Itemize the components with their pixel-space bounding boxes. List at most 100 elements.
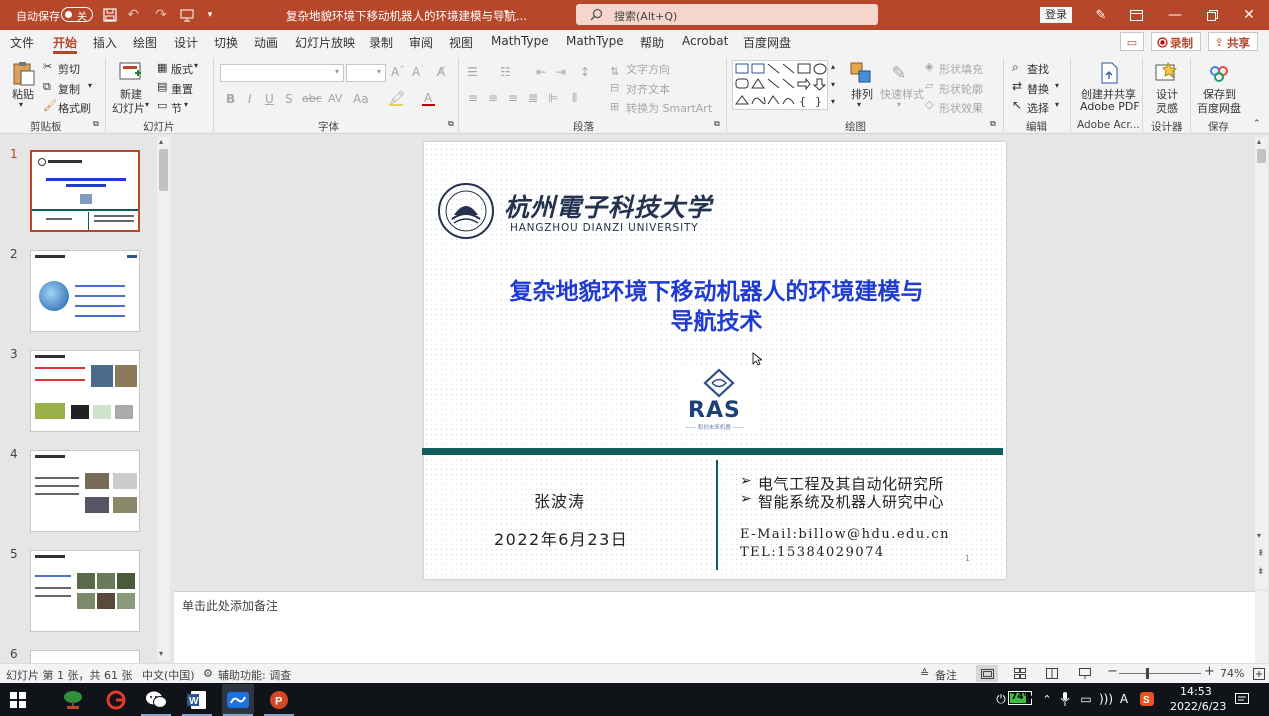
tab-mathtype-1[interactable]: MathType	[491, 34, 549, 48]
new-slide-label-2[interactable]: 幻灯片	[112, 100, 145, 116]
numbering-icon[interactable]: ☷	[500, 65, 511, 79]
align-text-button[interactable]: 对齐文本	[626, 81, 670, 97]
arrange-icon[interactable]	[848, 60, 874, 86]
tab-transitions[interactable]: 切换	[214, 34, 238, 51]
shape-fill-button[interactable]: 形状填充	[939, 61, 983, 77]
tab-draw[interactable]: 绘图	[133, 34, 157, 51]
record-button[interactable]: 录制	[1151, 32, 1201, 51]
replace-button[interactable]: 替换	[1027, 81, 1049, 97]
arrange-label[interactable]: 排列	[851, 86, 873, 102]
redo-icon[interactable]: ↷	[152, 6, 170, 24]
increase-indent-icon[interactable]: ⇥	[556, 65, 566, 79]
align-right-icon[interactable]: ≡	[508, 91, 518, 105]
line-spacing-icon[interactable]: ↕	[580, 65, 590, 79]
power-plug-icon[interactable]: ⏻	[995, 691, 1007, 707]
title-dropdown-icon[interactable]: ▾	[504, 8, 509, 18]
paragraph-launcher-icon[interactable]: ⧉	[714, 119, 720, 129]
shape-outline-button[interactable]: 形状轮廓	[939, 81, 983, 97]
fit-to-window-icon[interactable]	[1251, 666, 1267, 681]
accessibility-status[interactable]: 辅助功能: 调查	[218, 667, 291, 683]
select-button[interactable]: 选择	[1027, 100, 1049, 116]
normal-view-button[interactable]	[976, 665, 998, 682]
sogou-ime-icon[interactable]: S	[1139, 691, 1155, 707]
tab-acrobat[interactable]: Acrobat	[682, 34, 728, 48]
drawing-launcher-icon[interactable]: ⧉	[990, 119, 996, 129]
replace-dropdown-icon[interactable]: ▾	[1055, 81, 1059, 90]
slide-thumbnail-3[interactable]	[30, 350, 140, 432]
input-method-icon[interactable]: A	[1117, 691, 1131, 707]
search-box[interactable]: 搜索(Alt+Q)	[576, 4, 878, 25]
shape-effects-button[interactable]: 形状效果	[939, 100, 983, 116]
tab-baidu-netdisk[interactable]: 百度网盘	[743, 34, 791, 51]
shapes-gallery[interactable]: {}	[732, 60, 828, 110]
tray-expand-icon[interactable]: ⌃	[1040, 691, 1054, 707]
paste-icon[interactable]	[10, 60, 36, 88]
font-name-combo[interactable]	[220, 64, 344, 82]
quick-styles-icon[interactable]: ✎	[886, 60, 912, 86]
tencent-meeting-icon[interactable]	[225, 688, 251, 712]
tab-record[interactable]: 录制	[369, 34, 393, 51]
scroll-up-icon[interactable]: ▴	[159, 137, 163, 146]
minimize-icon[interactable]: —	[1166, 6, 1184, 24]
microphone-icon[interactable]	[1058, 691, 1072, 707]
layout-button[interactable]: 版式	[171, 61, 193, 77]
restore-icon[interactable]	[1203, 6, 1221, 24]
language-status[interactable]: 中文(中国)	[142, 667, 195, 683]
gallery-up-icon[interactable]: ▴	[831, 62, 835, 71]
zoom-slider-thumb[interactable]	[1146, 668, 1149, 679]
layout-dropdown-icon[interactable]: ▾	[194, 61, 198, 70]
font-launcher-icon[interactable]: ⧉	[448, 119, 454, 129]
underline-button[interactable]: U	[265, 92, 274, 106]
tab-home[interactable]: 开始	[53, 34, 77, 51]
tab-slideshow[interactable]: 幻灯片放映	[295, 34, 355, 51]
font-color-icon[interactable]: A	[424, 91, 432, 105]
bonsai-app-icon[interactable]	[60, 688, 86, 712]
designer-icon[interactable]	[1153, 60, 1179, 86]
tab-help[interactable]: 帮助	[640, 34, 664, 51]
save-baidu-label-2[interactable]: 百度网盘	[1197, 100, 1241, 116]
slideshow-icon[interactable]	[1077, 666, 1093, 681]
arrange-dropdown-icon[interactable]: ▾	[857, 100, 861, 109]
word-icon[interactable]: W	[184, 688, 210, 712]
save-icon[interactable]	[101, 6, 119, 24]
decrease-indent-icon[interactable]: ⇤	[536, 65, 546, 79]
increase-font-icon[interactable]: A^	[391, 65, 405, 79]
align-left-icon[interactable]: ≡	[468, 91, 478, 105]
close-icon[interactable]: ✕	[1240, 6, 1258, 24]
comments-button[interactable]: ▭	[1120, 32, 1144, 51]
char-spacing-icon[interactable]: AV	[328, 92, 342, 105]
quick-styles-label[interactable]: 快速样式	[880, 86, 924, 102]
tab-mathtype-2[interactable]: MathType	[566, 34, 624, 48]
scroll-down-icon[interactable]: ▾	[1257, 531, 1261, 540]
create-pdf-icon[interactable]	[1097, 60, 1121, 86]
collapse-ribbon-icon[interactable]: ⌃	[1253, 119, 1261, 129]
next-slide-icon[interactable]: ⇟	[1257, 567, 1265, 577]
scroll-down-icon[interactable]: ▾	[159, 649, 163, 658]
justify-icon[interactable]: ≣	[528, 91, 538, 105]
tab-design[interactable]: 设计	[174, 34, 198, 51]
find-button[interactable]: 查找	[1027, 61, 1049, 77]
tab-view[interactable]: 视图	[449, 34, 473, 51]
slide-thumbnail-1[interactable]	[30, 150, 140, 232]
slide-thumbnail-4[interactable]	[30, 450, 140, 532]
slide-canvas[interactable]: 杭州電子科技大学 HANGZHOU DIANZI UNIVERSITY 复杂地貌…	[422, 142, 1006, 579]
clipboard-launcher-icon[interactable]: ⧉	[93, 119, 99, 129]
tab-review[interactable]: 审阅	[409, 34, 433, 51]
login-button[interactable]: 登录	[1040, 7, 1072, 23]
zoom-slider[interactable]	[1119, 673, 1201, 674]
windows-start-icon[interactable]	[8, 690, 28, 710]
pen-icon[interactable]: ✎	[1092, 6, 1110, 24]
copy-dropdown-icon[interactable]: ▾	[88, 81, 92, 90]
scrollbar-thumb[interactable]	[159, 149, 168, 191]
editor-scrollbar[interactable]: ▴ ▾ ⇞ ⇟	[1255, 137, 1268, 589]
gallery-down-icon[interactable]: ▾	[831, 80, 835, 89]
designer-label-2[interactable]: 灵感	[1156, 100, 1178, 116]
align-center-icon[interactable]: ≡	[488, 91, 498, 105]
zoom-out-button[interactable]: −	[1107, 664, 1118, 679]
tab-file[interactable]: 文件	[10, 34, 34, 51]
section-button[interactable]: 节	[171, 100, 182, 116]
wifi-icon[interactable]: )))	[1098, 691, 1114, 707]
slide-sorter-icon[interactable]	[1012, 666, 1028, 681]
thumbnail-scrollbar[interactable]: ▴ ▾	[157, 137, 170, 661]
copy-button[interactable]: 复制	[58, 81, 80, 97]
